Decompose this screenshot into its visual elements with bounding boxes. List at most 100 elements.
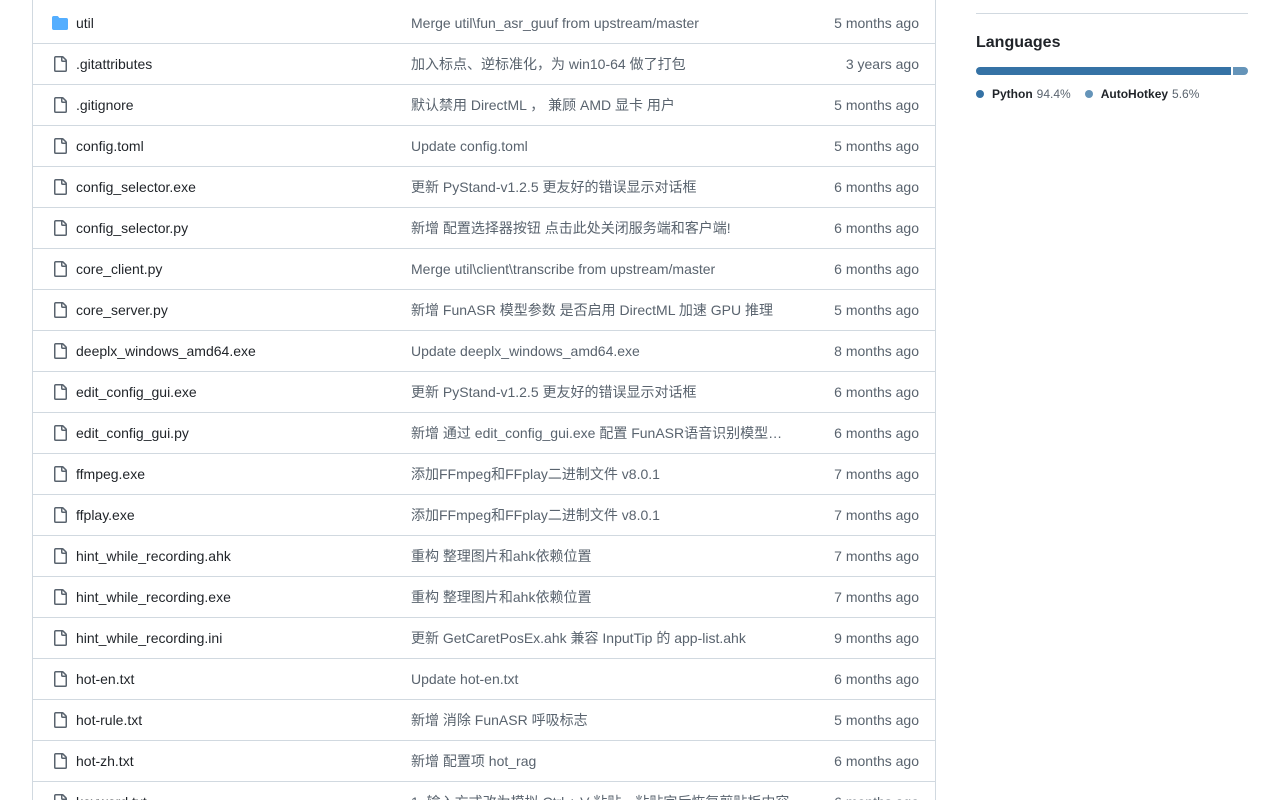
commit-message-link[interactable]: 1. 输入方式改为模拟 Ctrl + V 粘贴，粘贴完后恢复剪贴板内容: [411, 792, 805, 800]
file-name-link[interactable]: edit_config_gui.exe: [76, 384, 411, 400]
language-name: Python: [992, 87, 1033, 101]
commit-message-link[interactable]: 新增 通过 edit_config_gui.exe 配置 FunASR语音识别模…: [411, 423, 805, 443]
languages-bar-segment: [1232, 67, 1248, 75]
commit-message-link[interactable]: 新增 消除 FunASR 呼吸标志: [411, 710, 805, 730]
file-icon: [51, 97, 69, 113]
file-name-link[interactable]: .gitignore: [76, 97, 411, 113]
file-name-link[interactable]: core_server.py: [76, 302, 411, 318]
file-icon: [51, 671, 69, 687]
file-name-link[interactable]: hint_while_recording.exe: [76, 589, 411, 605]
file-name-link[interactable]: hot-rule.txt: [76, 712, 411, 728]
file-name-link[interactable]: ffplay.exe: [76, 507, 411, 523]
table-row[interactable]: hot-rule.txt 新增 消除 FunASR 呼吸标志 5 months ag…: [33, 699, 935, 740]
commit-message-link[interactable]: 新增 配置项 hot_rag: [411, 751, 805, 771]
table-row[interactable]: ffplay.exe 添加FFmpeg和FFplay二进制文件 v8.0.1 7 m…: [33, 494, 935, 535]
file-icon: [51, 794, 69, 800]
commit-time: 6 months ago: [834, 261, 919, 277]
language-item[interactable]: AutoHotkey 5.6%: [1084, 87, 1200, 101]
commit-time: 5 months ago: [834, 138, 919, 154]
file-icon: [51, 302, 69, 318]
file-name-link[interactable]: edit_config_gui.py: [76, 425, 411, 441]
commit-message-link[interactable]: 更新 PyStand-v1.2.5 更友好的错误显示对话框: [411, 382, 805, 402]
table-row[interactable]: hint_while_recording.ahk 重构 整理图片和ahk依赖位置 7…: [33, 535, 935, 576]
languages-list: Python 94.4% AutoHotkey 5.6%: [976, 87, 1248, 101]
file-name-link[interactable]: hot-en.txt: [76, 671, 411, 687]
commit-time: 7 months ago: [834, 507, 919, 523]
commit-message-link[interactable]: 默认禁用 DirectML ， 兼顾 AMD 显卡 用户: [411, 95, 805, 115]
language-name: AutoHotkey: [1100, 87, 1169, 101]
commit-time: 6 months ago: [834, 671, 919, 687]
folder-icon: [51, 15, 69, 31]
table-row[interactable]: deeplx_windows_amd64.exe Update deeplx_wi…: [33, 330, 935, 371]
language-percent: 94.4%: [1036, 87, 1071, 101]
file-name-link[interactable]: keyword.txt: [76, 794, 411, 800]
file-name-link[interactable]: config.toml: [76, 138, 411, 154]
commit-message-link[interactable]: Update deeplx_windows_amd64.exe: [411, 343, 805, 359]
languages-bar: [976, 67, 1248, 75]
table-row[interactable]: hint_while_recording.exe 重构 整理图片和ahk依赖位置 7…: [33, 576, 935, 617]
file-name-link[interactable]: deeplx_windows_amd64.exe: [76, 343, 411, 359]
commit-message-link[interactable]: Update hot-en.txt: [411, 671, 805, 687]
commit-time: 5 months ago: [834, 712, 919, 728]
commit-message-link[interactable]: 添加FFmpeg和FFplay二进制文件 v8.0.1: [411, 464, 805, 484]
file-name-link[interactable]: config_selector.exe: [76, 179, 411, 195]
languages-heading: Languages: [976, 34, 1061, 51]
file-name-link[interactable]: util: [76, 15, 411, 31]
commit-time: 6 months ago: [834, 384, 919, 400]
table-row[interactable]: core_server.py 新增 FunASR 模型参数 是否启用 Direct…: [33, 289, 935, 330]
language-dot-icon: [1084, 90, 1093, 98]
file-name-link[interactable]: core_client.py: [76, 261, 411, 277]
commit-message-link[interactable]: 更新 GetCaretPosEx.ahk 兼容 InputTip 的 app-l…: [411, 628, 805, 648]
table-row[interactable]: core_client.py Merge util\client\transcri…: [33, 248, 935, 289]
table-row[interactable]: hint_while_recording.ini 更新 GetCaretPosEx…: [33, 617, 935, 658]
commit-time: 6 months ago: [834, 179, 919, 195]
file-icon: [51, 507, 69, 523]
language-item[interactable]: Python 94.4%: [976, 87, 1071, 101]
commit-message-link[interactable]: Update config.toml: [411, 138, 805, 154]
commit-message-link[interactable]: Merge util\client\transcribe from upstre…: [411, 261, 805, 277]
commit-time: 6 months ago: [834, 220, 919, 236]
file-icon: [51, 425, 69, 441]
table-row[interactable]: .gitignore 默认禁用 DirectML ， 兼顾 AMD 显卡 用户 5 …: [33, 84, 935, 125]
table-row[interactable]: ffmpeg.exe 添加FFmpeg和FFplay二进制文件 v8.0.1 7 m…: [33, 453, 935, 494]
file-icon: [51, 712, 69, 728]
table-row[interactable]: util Merge util\fun_asr_guuf from upstrea…: [33, 0, 935, 43]
file-icon: [51, 138, 69, 154]
commit-message-link[interactable]: Merge util\fun_asr_guuf from upstream/ma…: [411, 15, 805, 31]
table-row[interactable]: edit_config_gui.exe 更新 PyStand-v1.2.5 更友好…: [33, 371, 935, 412]
commit-time: 6 months ago: [805, 794, 935, 800]
languages-bar-segment: [976, 67, 1231, 75]
table-row[interactable]: config_selector.exe 更新 PyStand-v1.2.5 更友好…: [33, 166, 935, 207]
file-icon: [51, 261, 69, 277]
language-percent: 5.6%: [1172, 87, 1200, 101]
file-name-link[interactable]: hint_while_recording.ini: [76, 630, 411, 646]
commit-message-link[interactable]: 新增 配置选择器按钮 点击此处关闭服务端和客户端!: [411, 218, 805, 238]
file-name-link[interactable]: config_selector.py: [76, 220, 411, 236]
table-row[interactable]: edit_config_gui.py 新增 通过 edit_config_gui.…: [33, 412, 935, 453]
commit-time: 7 months ago: [834, 548, 919, 564]
file-name-link[interactable]: .gitattributes: [76, 56, 411, 72]
commit-message-link[interactable]: 重构 整理图片和ahk依赖位置: [411, 546, 805, 566]
table-row[interactable]: keyword.txt1. 输入方式改为模拟 Ctrl + V 粘贴，粘贴完后恢…: [33, 781, 935, 800]
commit-message-link[interactable]: 重构 整理图片和ahk依赖位置: [411, 587, 805, 607]
table-row[interactable]: hot-zh.txt 新增 配置项 hot_rag 6 months ago: [33, 740, 935, 781]
table-row[interactable]: .gitattributes 加入标点、逆标准化，为 win10-64 做了打包 3…: [33, 43, 935, 84]
commit-message-link[interactable]: 新增 FunASR 模型参数 是否启用 DirectML 加速 GPU 推理: [411, 300, 805, 320]
file-name-link[interactable]: ffmpeg.exe: [76, 466, 411, 482]
file-icon: [51, 384, 69, 400]
file-icon: [51, 220, 69, 236]
commit-message-link[interactable]: 加入标点、逆标准化，为 win10-64 做了打包: [411, 54, 805, 74]
commit-message-link[interactable]: 更新 PyStand-v1.2.5 更友好的错误显示对话框: [411, 177, 805, 197]
file-name-link[interactable]: hint_while_recording.ahk: [76, 548, 411, 564]
commit-time: 5 months ago: [834, 14, 919, 31]
table-row[interactable]: config.toml Update config.toml 5 months ag…: [33, 125, 935, 166]
table-row[interactable]: config_selector.py 新增 配置选择器按钮 点击此处关闭服务端和客…: [33, 207, 935, 248]
file-icon: [51, 179, 69, 195]
commit-time: 9 months ago: [834, 630, 919, 646]
commit-time: 5 months ago: [834, 97, 919, 113]
file-icon: [51, 753, 69, 769]
file-name-link[interactable]: hot-zh.txt: [76, 753, 411, 769]
file-icon: [51, 630, 69, 646]
table-row[interactable]: hot-en.txt Update hot-en.txt 6 months ago: [33, 658, 935, 699]
commit-message-link[interactable]: 添加FFmpeg和FFplay二进制文件 v8.0.1: [411, 505, 805, 525]
